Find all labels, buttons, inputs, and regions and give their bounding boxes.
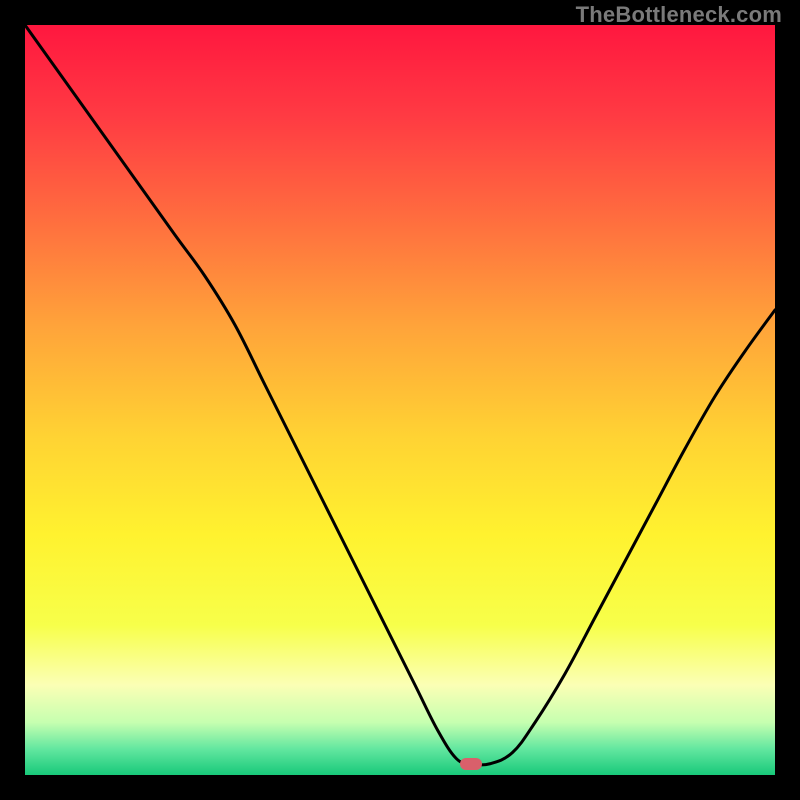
gradient-rect [25,25,775,775]
bottleneck-plot [25,25,775,775]
optimal-point-marker [460,758,482,770]
chart-frame: TheBottleneck.com [0,0,800,800]
